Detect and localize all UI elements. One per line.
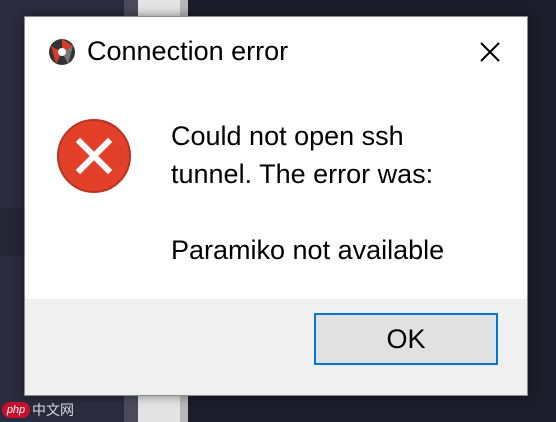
error-icon: [57, 119, 131, 193]
dialog-titlebar[interactable]: Connection error: [25, 17, 527, 87]
dialog-title: Connection error: [87, 36, 289, 66]
app-logo-icon: [49, 39, 75, 65]
error-detail: Paramiko not available: [171, 235, 445, 265]
message-line: tunnel. The error was:: [171, 159, 434, 189]
message-line: Could not open ssh: [171, 121, 404, 151]
ok-button[interactable]: OK: [314, 313, 498, 365]
dialog-footer: OK: [25, 299, 527, 395]
watermark: php 中文网: [2, 400, 74, 420]
watermark-text: 中文网: [32, 402, 74, 418]
error-message: Could not open ssh tunnel. The error was…: [171, 117, 511, 269]
connection-error-dialog: Connection error Could not open ssh tunn…: [24, 16, 528, 396]
watermark-logo: php: [2, 402, 30, 418]
close-icon[interactable]: [475, 37, 505, 67]
